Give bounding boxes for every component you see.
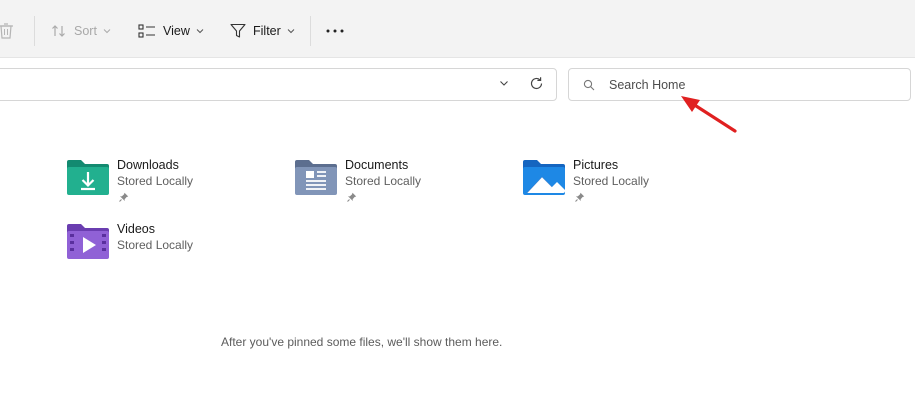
filter-icon [230,23,246,38]
downloads-folder-icon [67,160,109,195]
view-label: View [163,24,190,38]
address-bar[interactable] [0,68,557,101]
chevron-down-icon[interactable] [498,77,510,89]
sort-label: Sort [74,24,97,38]
search-placeholder: Search Home [609,77,686,92]
folder-status: Stored Locally [345,174,422,188]
folder-name: Videos [117,222,155,236]
folder-name: Downloads [117,158,179,172]
refresh-icon[interactable] [528,75,545,92]
folder-name: Pictures [573,158,619,172]
search-icon [583,79,595,90]
documents-folder-icon [295,160,337,195]
toolbar-separator [34,16,35,46]
pin-icon [119,192,129,202]
more-options-button[interactable] [326,17,344,45]
toolbar-separator [310,16,311,46]
sort-icon [52,25,65,37]
chevron-down-icon [103,29,111,34]
folder-status: Stored Locally [573,174,650,188]
pin-icon [347,192,357,202]
filter-button[interactable]: Filter [230,17,295,45]
folder-pictures[interactable]: Pictures Stored Locally [522,157,649,207]
chevron-down-icon [196,29,204,34]
view-list-icon [138,24,155,38]
folder-videos[interactable]: Videos Stored Locally [66,221,193,261]
pin-icon [575,192,585,202]
view-button[interactable]: View [138,17,204,45]
folder-status: Stored Locally [117,174,194,188]
more-icon [326,29,344,33]
command-bar: Sort View Filter [0,0,915,58]
folder-downloads[interactable]: Downloads Stored Locally [66,157,193,207]
pictures-folder-icon [523,160,565,195]
delete-button[interactable] [0,17,14,45]
folder-documents[interactable]: Documents Stored Locally [294,157,421,207]
folder-name: Documents [345,158,409,172]
search-box[interactable]: Search Home [568,68,911,101]
filter-label: Filter [253,24,281,38]
trash-icon [0,23,13,39]
videos-folder-icon [67,224,109,259]
folder-status: Stored Locally [117,238,194,252]
empty-recent-message: After you've pinned some files, we'll sh… [221,335,503,349]
chevron-down-icon [287,29,295,34]
sort-button[interactable]: Sort [51,17,111,45]
